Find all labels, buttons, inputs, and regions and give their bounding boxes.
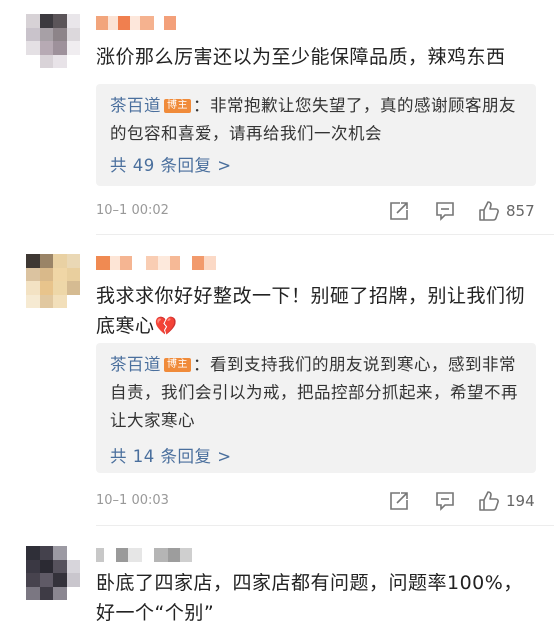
comment-text: 我求求你好好整改一下！别砸了招牌，别让我们彻底寒心💔 — [96, 281, 536, 342]
username[interactable] — [96, 16, 176, 30]
more-replies-link[interactable]: 共 14 条回复 > — [110, 443, 232, 467]
thumbs-up-icon[interactable] — [478, 200, 500, 222]
timestamp: 10–1 00:02 — [96, 203, 169, 218]
comment-icon[interactable] — [434, 200, 456, 222]
divider — [96, 525, 554, 526]
reply-text: 茶百道 博主 ：非常抱歉让您失望了，真的感谢顾客朋友的包容和喜爱，请再给我们一次机会 — [110, 92, 520, 148]
more-replies-link[interactable]: 共 49 条回复 > — [110, 152, 232, 176]
comment-icon[interactable] — [434, 490, 456, 512]
comment-meta: 10–1 00:03 194 — [96, 490, 536, 514]
comment-meta: 10–1 00:02 857 — [96, 200, 536, 224]
username[interactable] — [96, 256, 216, 270]
share-icon[interactable] — [388, 200, 410, 222]
broken-heart-emoji: 💔 — [154, 316, 178, 337]
blogger-badge: 博主 — [164, 99, 191, 113]
comment-text: 涨价那么厉害还以为至少能保障品质，辣鸡东西 — [96, 46, 506, 68]
reply-author[interactable]: 茶百道 — [110, 96, 161, 115]
thumbs-up-icon[interactable] — [478, 490, 500, 512]
username[interactable] — [96, 548, 192, 562]
reply-author[interactable]: 茶百道 — [110, 355, 161, 374]
share-icon[interactable] — [388, 490, 410, 512]
comment-text: 卧底了四家店，四家店都有问题，问题率100%，好一个“个别” — [96, 572, 523, 624]
avatar[interactable] — [26, 14, 80, 68]
like-count: 194 — [506, 492, 535, 510]
reply-text: 茶百道 博主 ：看到支持我们的朋友说到寒心，感到非常自责，我们会引以为戒，把品控部分… — [110, 351, 520, 435]
avatar[interactable] — [26, 254, 80, 308]
divider — [96, 234, 554, 235]
avatar[interactable] — [26, 546, 80, 600]
blogger-badge: 博主 — [164, 358, 191, 372]
like-count: 857 — [506, 202, 535, 220]
timestamp: 10–1 00:03 — [96, 493, 169, 508]
reply-box[interactable]: 茶百道 博主 ：看到支持我们的朋友说到寒心，感到非常自责，我们会引以为戒，把品控部分… — [96, 343, 536, 473]
reply-box[interactable]: 茶百道 博主 ：非常抱歉让您失望了，真的感谢顾客朋友的包容和喜爱，请再给我们一次机会… — [96, 84, 536, 186]
